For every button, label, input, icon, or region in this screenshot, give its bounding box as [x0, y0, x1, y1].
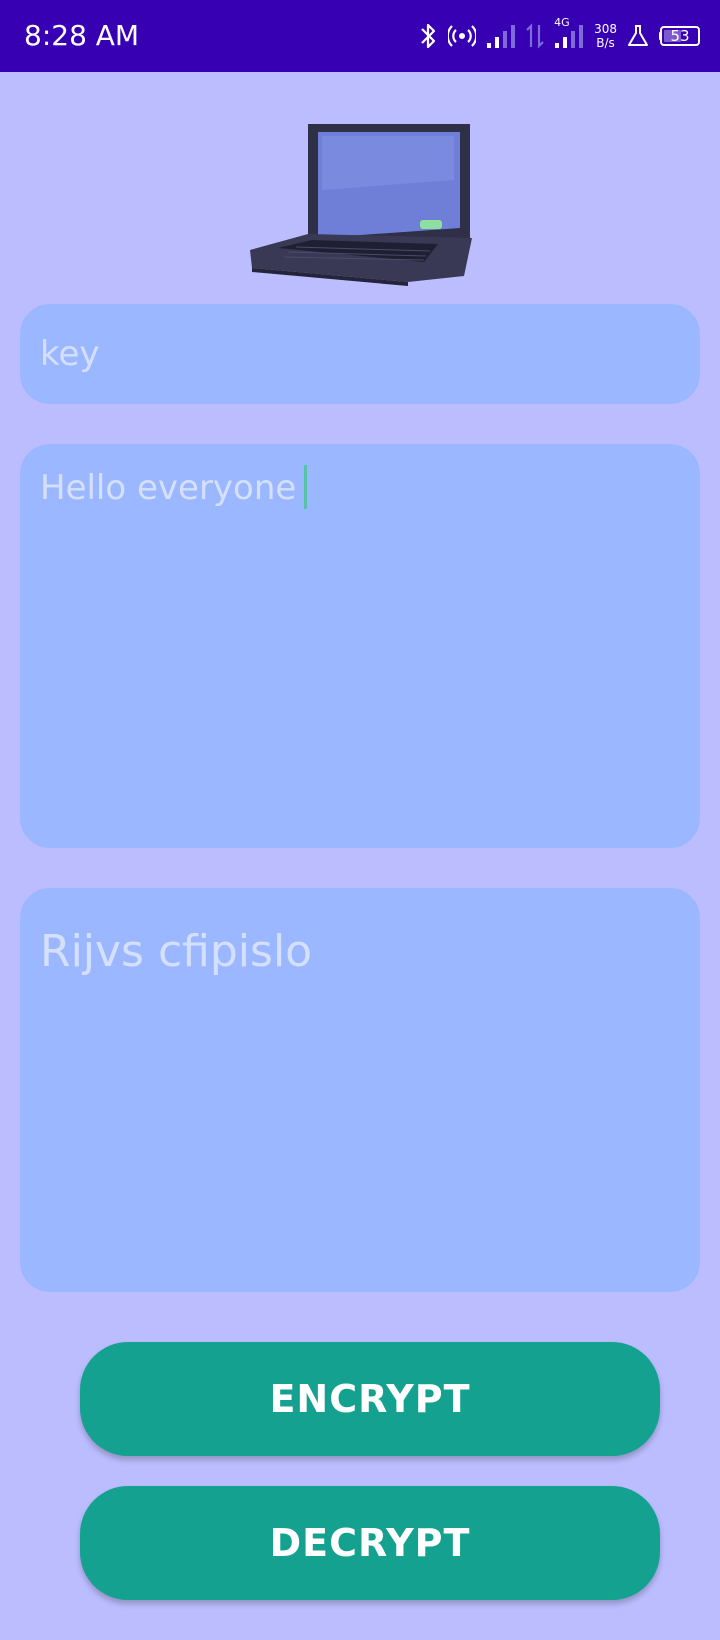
laptop-icon	[248, 120, 474, 286]
message-input[interactable]: Hello everyone	[20, 444, 700, 848]
network-speed-unit: B/s	[596, 36, 615, 50]
network-type-label: 4G	[554, 16, 570, 29]
battery-indicator: 53	[659, 26, 700, 46]
text-cursor	[304, 464, 308, 509]
status-bar: 8:28 AM 4G 308 B/s 53	[0, 0, 720, 72]
encrypt-button[interactable]: ENCRYPT	[80, 1342, 660, 1456]
key-input[interactable]: key	[20, 304, 700, 404]
network-speed-value: 308	[594, 22, 617, 36]
decrypt-button[interactable]: DECRYPT	[80, 1486, 660, 1600]
output-field[interactable]: Rijvs cfipislo	[20, 888, 700, 1292]
signal-icon	[486, 23, 516, 49]
network-speed: 308 B/s	[594, 22, 617, 50]
signal-4g-icon: 4G	[554, 17, 584, 49]
status-icons: 4G 308 B/s 53	[418, 17, 700, 54]
status-time: 8:28 AM	[24, 19, 140, 52]
output-text: Rijvs cfipislo	[40, 926, 313, 977]
battery-icon: 53	[660, 26, 700, 46]
battery-level: 53	[670, 27, 690, 45]
message-input-text: Hello everyone	[40, 468, 297, 508]
bluetooth-icon	[418, 22, 438, 50]
lab-icon	[627, 24, 649, 48]
data-activity-icon	[526, 23, 544, 49]
key-input-placeholder: key	[40, 334, 100, 374]
hotspot-icon	[448, 24, 477, 48]
